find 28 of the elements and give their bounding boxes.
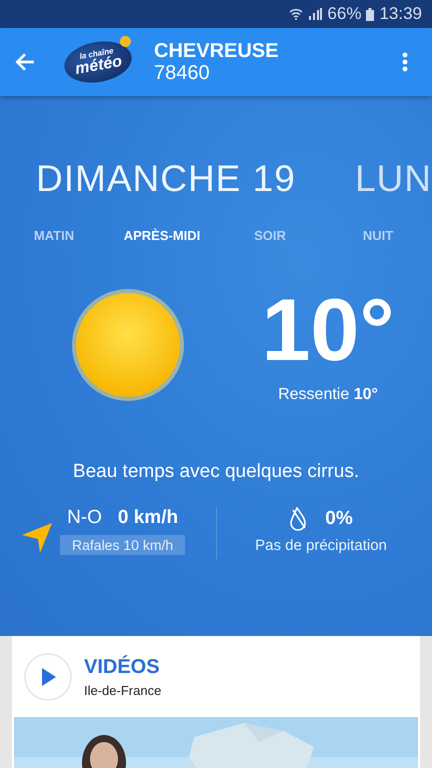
play-icon[interactable] [24, 652, 72, 700]
weather-description: Beau temps avec quelques cirrus. [72, 461, 360, 483]
videos-region: Ile-de-France [84, 682, 162, 698]
battery-percent: 66% [327, 4, 362, 24]
period-tab[interactable]: SOIR [216, 228, 324, 243]
temperature: 10° [261, 286, 395, 374]
wind-direction: N-O [67, 507, 102, 529]
wifi-icon [289, 8, 304, 20]
day-tab[interactable]: LUN [354, 158, 432, 202]
back-icon[interactable] [14, 51, 36, 73]
raindrop-icon [289, 507, 308, 531]
more-icon[interactable] [402, 52, 408, 72]
battery-icon [366, 8, 374, 20]
clock: 13:39 [379, 4, 422, 24]
period-tab[interactable]: NUIT [324, 228, 432, 243]
postcode: 78460 [154, 62, 211, 84]
city-name: CHEVREUSE [154, 40, 278, 62]
videos-title: VIDÉOS [84, 656, 161, 678]
wind-speed: 0 km/h [118, 507, 178, 529]
gusts-badge: Rafales 10 km/h [60, 535, 186, 555]
period-tab[interactable]: MATIN [0, 228, 108, 243]
day-tab[interactable]: DIMANCHE 19 [36, 158, 296, 202]
signal-icon [308, 8, 322, 20]
period-tab[interactable]: APRÈS-MIDI [108, 228, 216, 243]
rain-text: Pas de précipitation [255, 537, 387, 554]
feels-like: Ressentie 10° [278, 386, 378, 404]
rain-chance: 0% [325, 508, 353, 530]
wind-arrow-icon [22, 523, 54, 553]
